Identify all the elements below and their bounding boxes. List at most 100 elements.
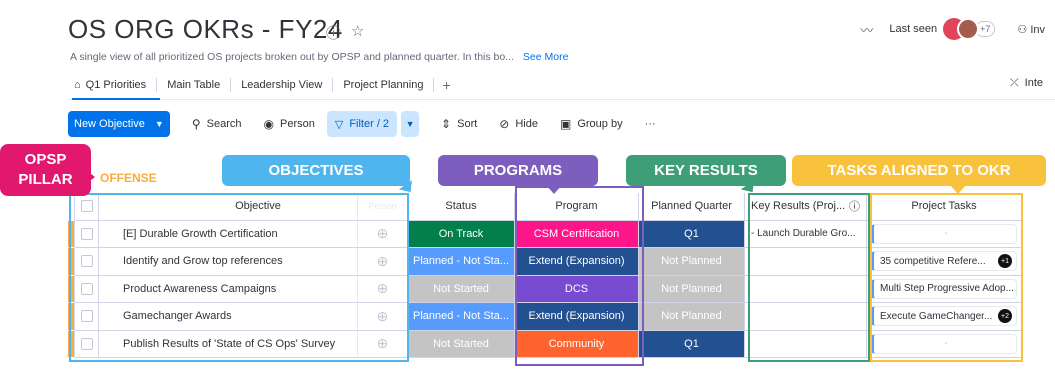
- task-count-badge[interactable]: +1: [998, 254, 1012, 269]
- activity-icon[interactable]: 〰: [860, 20, 873, 39]
- sort-button[interactable]: ⇕ Sort: [441, 117, 477, 131]
- group-title-offense[interactable]: OFFENSE: [100, 171, 157, 185]
- table-row[interactable]: Gamechanger Awards ⊕ Planned - Not Sta..…: [68, 303, 1022, 331]
- table-row[interactable]: [E] Durable Growth Certification ⊕ On Tr…: [68, 220, 1022, 248]
- project-tasks-cell[interactable]: Execute GameChanger... +2: [867, 303, 1022, 331]
- person-filter-button[interactable]: ◉ Person: [264, 117, 315, 131]
- status-cell[interactable]: Not Started: [408, 275, 515, 303]
- objective-cell[interactable]: Gamechanger Awards: [99, 303, 358, 331]
- task-link[interactable]: -: [871, 333, 1017, 354]
- program-cell[interactable]: Extend (Expansion): [515, 248, 639, 276]
- filter-button[interactable]: ▽ Filter / 2: [326, 111, 398, 137]
- board-title[interactable]: OS ORG OKRs - FY24: [68, 14, 343, 45]
- objective-cell[interactable]: Identify and Grow top references: [99, 248, 358, 276]
- chevron-down-icon[interactable]: ▼: [155, 119, 164, 129]
- row-checkbox[interactable]: [75, 248, 99, 276]
- add-view-button[interactable]: +: [434, 77, 458, 93]
- callout-arrow: [546, 185, 562, 194]
- planned-quarter-cell[interactable]: Not Planned: [639, 248, 745, 276]
- add-update-icon[interactable]: ⊕: [358, 275, 408, 303]
- column-header-key-results[interactable]: Key Results (Proj... ⓘ: [745, 193, 867, 221]
- planned-quarter-cell[interactable]: Q1: [639, 220, 745, 248]
- table-row[interactable]: Product Awareness Campaigns ⊕ Not Starte…: [68, 275, 1022, 303]
- group-by-button[interactable]: ▣ Group by: [560, 117, 623, 131]
- program-cell[interactable]: DCS: [515, 275, 639, 303]
- objective-cell[interactable]: Publish Results of 'State of CS Ops' Sur…: [99, 330, 358, 358]
- hide-button[interactable]: ⊘ Hide: [499, 117, 538, 131]
- planned-quarter-cell[interactable]: Q1: [639, 330, 745, 358]
- star-icon[interactable]: ☆: [351, 22, 364, 43]
- new-objective-button[interactable]: New Objective ▼: [68, 111, 170, 137]
- add-update-icon[interactable]: ⊕: [358, 220, 408, 248]
- objective-cell[interactable]: [E] Durable Growth Certification: [99, 220, 358, 248]
- column-header-planned-quarter[interactable]: Planned Quarter: [639, 193, 745, 221]
- tab-project-planning[interactable]: Project Planning: [333, 76, 433, 94]
- see-more-link[interactable]: See More: [523, 51, 569, 63]
- status-cell[interactable]: On Track: [408, 220, 515, 248]
- task-label: Execute GameChanger...: [880, 310, 993, 322]
- group-color-bar: [68, 330, 75, 358]
- project-tasks-cell[interactable]: 35 competitive Refere... +1: [867, 248, 1022, 276]
- info-icon[interactable]: ⓘ: [849, 198, 860, 214]
- project-tasks-cell[interactable]: -: [867, 220, 1022, 248]
- avatar[interactable]: [957, 18, 980, 40]
- project-tasks-cell[interactable]: Multi Step Progressive Adop...: [867, 275, 1022, 303]
- task-count-badge[interactable]: +2: [998, 309, 1012, 324]
- group-color-bar: [68, 248, 75, 276]
- task-label: 35 competitive Refere...: [880, 255, 986, 267]
- column-header-project-tasks[interactable]: Project Tasks: [867, 193, 1022, 221]
- tab-q1-priorities[interactable]: ⌂ Q1 Priorities: [72, 76, 156, 94]
- table-row[interactable]: Identify and Grow top references ⊕ Plann…: [68, 248, 1022, 276]
- search-label: Search: [206, 118, 242, 130]
- last-seen-label[interactable]: Last seen: [889, 23, 937, 35]
- task-link[interactable]: 35 competitive Refere... +1: [871, 251, 1017, 272]
- tab-main-table[interactable]: Main Table: [157, 76, 230, 94]
- row-checkbox[interactable]: [75, 275, 99, 303]
- planned-quarter-cell[interactable]: Not Planned: [639, 303, 745, 331]
- tab-label: Leadership View: [241, 79, 323, 91]
- column-header-status[interactable]: Status: [408, 193, 515, 221]
- key-results-cell[interactable]: [745, 330, 867, 358]
- filter-label: Filter / 2: [349, 118, 390, 130]
- integrate-button[interactable]: ⤫ Inte: [1010, 77, 1043, 90]
- add-update-icon[interactable]: ⊕: [358, 248, 408, 276]
- task-link[interactable]: -: [871, 223, 1017, 244]
- program-cell[interactable]: Extend (Expansion): [515, 303, 639, 331]
- task-link[interactable]: Multi Step Progressive Adop...: [871, 278, 1017, 299]
- key-results-cell[interactable]: [745, 275, 867, 303]
- table-row[interactable]: Publish Results of 'State of CS Ops' Sur…: [68, 330, 1022, 358]
- tab-leadership-view[interactable]: Leadership View: [231, 76, 332, 94]
- add-update-icon[interactable]: ⊕: [358, 303, 408, 331]
- callout-key-results: KEY RESULTS: [626, 155, 786, 186]
- status-cell[interactable]: Not Started: [408, 330, 515, 358]
- view-tabs: ⌂ Q1 Priorities Main Table Leadership Vie…: [72, 76, 1055, 94]
- status-cell[interactable]: Planned - Not Sta...: [408, 303, 515, 331]
- key-results-cell[interactable]: [745, 303, 867, 331]
- integrate-icon: ⤫: [1009, 77, 1019, 89]
- row-checkbox[interactable]: [75, 303, 99, 331]
- more-options-button[interactable]: ···: [645, 118, 656, 130]
- filter-icon: ▽: [334, 118, 344, 131]
- row-checkbox[interactable]: [75, 330, 99, 358]
- filter-chevron-icon[interactable]: ▼: [401, 111, 420, 137]
- column-header-objective[interactable]: Objective: [99, 193, 358, 221]
- program-cell[interactable]: Community: [515, 330, 639, 358]
- person-icon: ◉: [263, 117, 274, 131]
- invite-button[interactable]: ⚇ Inv: [1017, 23, 1045, 36]
- select-all-checkbox[interactable]: [75, 193, 99, 221]
- add-update-icon[interactable]: ⊕: [358, 330, 408, 358]
- planned-quarter-cell[interactable]: Not Planned: [639, 275, 745, 303]
- status-cell[interactable]: Planned - Not Sta...: [408, 248, 515, 276]
- program-cell[interactable]: CSM Certification: [515, 220, 639, 248]
- row-checkbox[interactable]: [75, 220, 99, 248]
- task-link[interactable]: Execute GameChanger... +2: [871, 306, 1017, 327]
- key-results-cell[interactable]: [745, 248, 867, 276]
- objective-cell[interactable]: Product Awareness Campaigns: [99, 275, 358, 303]
- project-tasks-cell[interactable]: -: [867, 330, 1022, 358]
- column-header-person[interactable]: Person: [358, 193, 408, 221]
- new-objective-label: New Objective: [74, 118, 145, 130]
- column-header-program[interactable]: Program: [515, 193, 639, 221]
- key-results-cell[interactable]: - Launch Durable Gro...: [745, 220, 867, 248]
- search-button[interactable]: ⚲ Search: [192, 117, 242, 131]
- info-icon[interactable]: ⓘ: [326, 22, 341, 43]
